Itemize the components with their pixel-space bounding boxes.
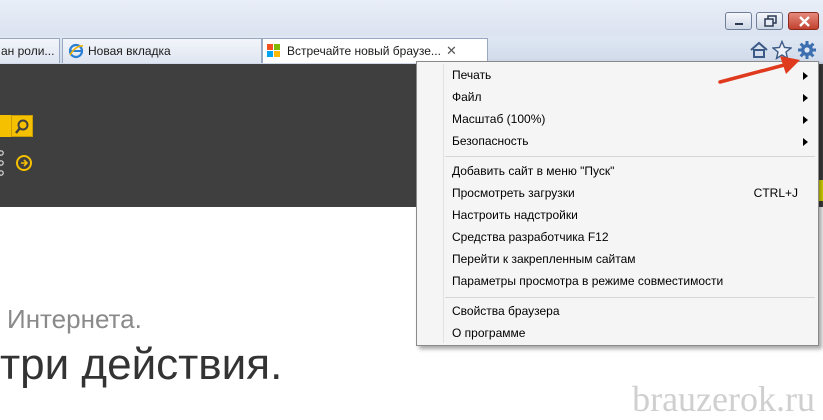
ie-icon — [68, 43, 84, 59]
search-button[interactable] — [11, 115, 33, 137]
menu-item-shortcut: CTRL+J — [753, 186, 798, 200]
tools-menu: Печать Файл Масштаб (100%) Безопасность … — [416, 61, 819, 346]
menu-item-compat-view[interactable]: Параметры просмотра в режиме совместимос… — [417, 270, 818, 292]
menu-item-about[interactable]: О программе — [417, 322, 818, 344]
menu-item-label: Добавить сайт в меню "Пуск" — [452, 164, 615, 178]
menu-item-label: Безопасность — [452, 134, 529, 148]
menu-item-label: Перейти к закрепленным сайтам — [452, 252, 636, 266]
tab-1[interactable]: Новая вкладка — [62, 38, 262, 63]
menu-item-view-downloads[interactable]: Просмотреть загрузки CTRL+J — [417, 182, 818, 204]
menu-item-dev-tools[interactable]: Средства разработчика F12 — [417, 226, 818, 248]
menu-separator — [445, 156, 815, 157]
page-text-line2: три действия. — [0, 340, 283, 389]
menu-item-label: Просмотреть загрузки — [452, 186, 575, 200]
tab-label: Новая вкладка — [88, 44, 171, 58]
restore-button[interactable] — [756, 12, 783, 30]
menu-item-label: Масштаб (100%) — [452, 112, 546, 126]
red-pointer-arrow — [718, 56, 800, 84]
menu-item-label: Свойства браузера — [452, 304, 560, 318]
close-button[interactable] — [788, 12, 819, 30]
menu-item-security[interactable]: Безопасность — [417, 130, 818, 152]
arrow-right-icon — [21, 159, 29, 167]
menu-item-zoom[interactable]: Масштаб (100%) — [417, 108, 818, 130]
page-nav-dots — [0, 150, 4, 176]
windows-logo-icon — [267, 44, 280, 57]
menu-item-internet-options[interactable]: Свойства браузера — [417, 300, 818, 322]
title-bar — [0, 0, 823, 36]
next-arrow-button[interactable] — [16, 155, 32, 171]
menu-item-label: Параметры просмотра в режиме совместимос… — [452, 274, 724, 288]
tab-0[interactable]: ан роли... — [0, 38, 60, 63]
menu-item-manage-addons[interactable]: Настроить надстройки — [417, 204, 818, 226]
tab-label: Встречайте новый браузе... — [287, 44, 441, 58]
tab-label: ан роли... — [1, 44, 55, 58]
menu-item-label: Файл — [452, 90, 482, 104]
menu-item-label: О программе — [452, 326, 526, 340]
minimize-icon — [735, 23, 743, 25]
menu-item-label: Средства разработчика F12 — [452, 230, 609, 244]
tab-2[interactable]: Встречайте новый браузе... ✕ — [262, 38, 488, 63]
menu-item-label: Настроить надстройки — [452, 208, 578, 222]
minimize-button[interactable] — [725, 12, 752, 30]
menu-item-add-to-start[interactable]: Добавить сайт в меню "Пуск" — [417, 160, 818, 182]
tab-close-icon[interactable]: ✕ — [446, 39, 457, 63]
page-text-line1: Интернета. — [7, 304, 142, 334]
search-icon — [15, 119, 29, 134]
submenu-arrow-icon — [803, 116, 808, 124]
watermark: brauzerok.ru — [632, 379, 815, 419]
submenu-arrow-icon — [803, 94, 808, 102]
close-icon — [799, 16, 810, 27]
menu-item-label: Печать — [452, 68, 492, 82]
restore-icon — [764, 15, 777, 27]
menu-separator — [445, 297, 815, 298]
submenu-arrow-icon — [803, 138, 808, 146]
menu-item-pinned-sites[interactable]: Перейти к закрепленным сайтам — [417, 248, 818, 270]
